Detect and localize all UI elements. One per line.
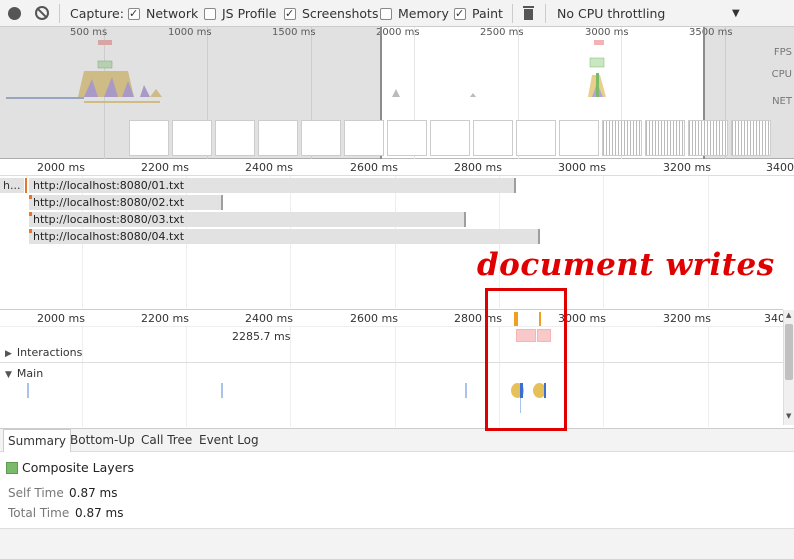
screenshots-checkbox[interactable]: Screenshots bbox=[284, 6, 378, 22]
flamechart-scrollbar[interactable]: ▲ ▼ bbox=[783, 310, 794, 425]
interactions-label: Interactions bbox=[16, 346, 83, 359]
expand-triangle-icon[interactable]: ▶ bbox=[5, 345, 12, 363]
screenshot-thumbnail bbox=[387, 120, 427, 156]
self-time-label: Self Time bbox=[8, 486, 64, 500]
chevron-down-icon[interactable]: ▼ bbox=[732, 6, 740, 22]
screenshot-thumbnail bbox=[731, 120, 771, 156]
ruler-tick: 2600 ms bbox=[350, 161, 398, 174]
collapse-triangle-icon[interactable]: ▼ bbox=[5, 366, 12, 384]
checkbox-box[interactable] bbox=[128, 6, 140, 22]
tab-call-tree[interactable]: Call Tree bbox=[137, 429, 196, 452]
garbage-collect-icon[interactable] bbox=[523, 6, 534, 20]
ruler-tick: 2800 ms bbox=[454, 161, 502, 174]
toolbar-divider bbox=[59, 4, 60, 23]
main-thread-event[interactable] bbox=[465, 383, 467, 398]
screenshots-checkbox-label: Screenshots bbox=[302, 6, 379, 21]
network-checkbox[interactable]: Network bbox=[128, 6, 198, 22]
screenshot-thumbnail bbox=[430, 120, 470, 156]
ruler-tick: 2400 ms bbox=[245, 312, 293, 325]
network-request-row[interactable]: http://localhost:8080/04.txt bbox=[0, 229, 794, 244]
ruler-tick: 3000 ms bbox=[558, 161, 606, 174]
memory-checkbox[interactable]: Memory bbox=[380, 6, 449, 22]
annotation-highlight-box bbox=[485, 288, 567, 431]
paint-checkbox[interactable]: Paint bbox=[454, 6, 503, 22]
screenshot-thumbnail bbox=[516, 120, 556, 156]
checkbox-box[interactable] bbox=[284, 6, 296, 22]
checkbox-box[interactable] bbox=[204, 8, 216, 20]
toolbar-divider bbox=[545, 4, 546, 23]
interactions-track-header[interactable]: ▶ Interactions bbox=[0, 344, 82, 362]
self-time-value: 0.87 ms bbox=[69, 486, 118, 500]
ruler-tick: 2400 ms bbox=[245, 161, 293, 174]
time-marker-label: 2285.7 ms bbox=[232, 330, 291, 343]
tab-bottom-up[interactable]: Bottom-Up bbox=[66, 429, 139, 452]
js-profile-checkbox-label: JS Profile bbox=[222, 6, 277, 21]
ruler-tick: 3400 bbox=[766, 161, 794, 174]
main-thread-event[interactable] bbox=[27, 383, 29, 398]
paint-checkbox-label: Paint bbox=[472, 6, 503, 21]
screenshot-thumbnail bbox=[344, 120, 384, 156]
details-tab-bar: Summary Bottom-Up Call Tree Event Log bbox=[0, 428, 794, 452]
ruler-tick: 2600 ms bbox=[350, 312, 398, 325]
screenshot-thumbnail bbox=[602, 120, 642, 156]
screenshot-thumbnail bbox=[129, 120, 169, 156]
summary-panel: Composite Layers Self Time 0.87 ms Total… bbox=[0, 452, 794, 528]
tab-event-log[interactable]: Event Log bbox=[195, 429, 263, 452]
total-time-label: Total Time bbox=[8, 506, 70, 520]
category-swatch bbox=[6, 462, 18, 474]
scrollbar-thumb[interactable] bbox=[785, 324, 793, 380]
toolbar-divider bbox=[512, 4, 513, 23]
summary-title: Composite Layers bbox=[22, 460, 135, 475]
screenshot-thumbnail bbox=[258, 120, 298, 156]
ruler-tick: 2000 ms bbox=[37, 312, 85, 325]
scroll-up-icon[interactable]: ▲ bbox=[786, 311, 791, 319]
screenshot-thumbnail bbox=[688, 120, 728, 156]
network-request-row[interactable]: http://localhost:8080/02.txt bbox=[0, 195, 794, 210]
memory-checkbox-label: Memory bbox=[398, 6, 449, 21]
network-request-row[interactable]: h... http://localhost:8080/01.txt bbox=[0, 178, 794, 193]
screenshot-thumbnail bbox=[645, 120, 685, 156]
checkbox-box[interactable] bbox=[380, 8, 392, 20]
capture-label: Capture: bbox=[70, 6, 124, 21]
screenshot-thumbnail bbox=[559, 120, 599, 156]
record-button[interactable] bbox=[8, 7, 21, 20]
screenshot-thumbnail bbox=[172, 120, 212, 156]
annotation-text: document writes bbox=[477, 247, 775, 283]
main-track-header[interactable]: ▼ Main bbox=[0, 365, 43, 383]
cpu-throttling-select[interactable]: No CPU throttling bbox=[557, 6, 665, 22]
clear-icon[interactable] bbox=[35, 6, 49, 20]
ruler-tick: 3200 ms bbox=[663, 161, 711, 174]
ruler-tick: 2200 ms bbox=[141, 161, 189, 174]
ruler-tick: 2200 ms bbox=[141, 312, 189, 325]
main-thread-event[interactable] bbox=[221, 383, 223, 398]
screenshot-thumbnail bbox=[301, 120, 341, 156]
network-checkbox-label: Network bbox=[146, 6, 199, 21]
total-time-value: 0.87 ms bbox=[75, 506, 124, 520]
ruler-tick: 340 bbox=[764, 312, 785, 325]
js-profile-checkbox[interactable]: JS Profile bbox=[204, 6, 276, 22]
truncated-request-label: h... bbox=[0, 178, 24, 193]
request-url: http://localhost:8080/03.txt bbox=[33, 213, 185, 226]
tab-summary[interactable]: Summary bbox=[3, 429, 71, 452]
checkbox-box[interactable] bbox=[454, 6, 466, 22]
scroll-down-icon[interactable]: ▼ bbox=[786, 412, 791, 420]
flamechart-time-ruler: 2000 ms 2200 ms 2400 ms 2600 ms 2800 ms … bbox=[0, 309, 785, 327]
screenshot-thumbnail bbox=[215, 120, 255, 156]
request-url: http://localhost:8080/02.txt bbox=[33, 196, 185, 209]
request-url: http://localhost:8080/04.txt bbox=[33, 230, 185, 243]
timeline-overview[interactable]: 500 ms 1000 ms 1500 ms 2000 ms 2500 ms 3… bbox=[0, 27, 794, 159]
network-time-ruler: 2000 ms 2200 ms 2400 ms 2600 ms 2800 ms … bbox=[0, 160, 794, 176]
ruler-tick: 2000 ms bbox=[37, 161, 85, 174]
bottom-panel-strip bbox=[0, 528, 794, 559]
network-request-row[interactable]: http://localhost:8080/03.txt bbox=[0, 212, 794, 227]
timeline-toolbar: Capture: Network JS Profile Screenshots … bbox=[0, 0, 794, 27]
request-url: http://localhost:8080/01.txt bbox=[33, 179, 185, 192]
screenshot-thumbnail bbox=[473, 120, 513, 156]
main-label: Main bbox=[16, 367, 44, 380]
ruler-tick: 3200 ms bbox=[663, 312, 711, 325]
